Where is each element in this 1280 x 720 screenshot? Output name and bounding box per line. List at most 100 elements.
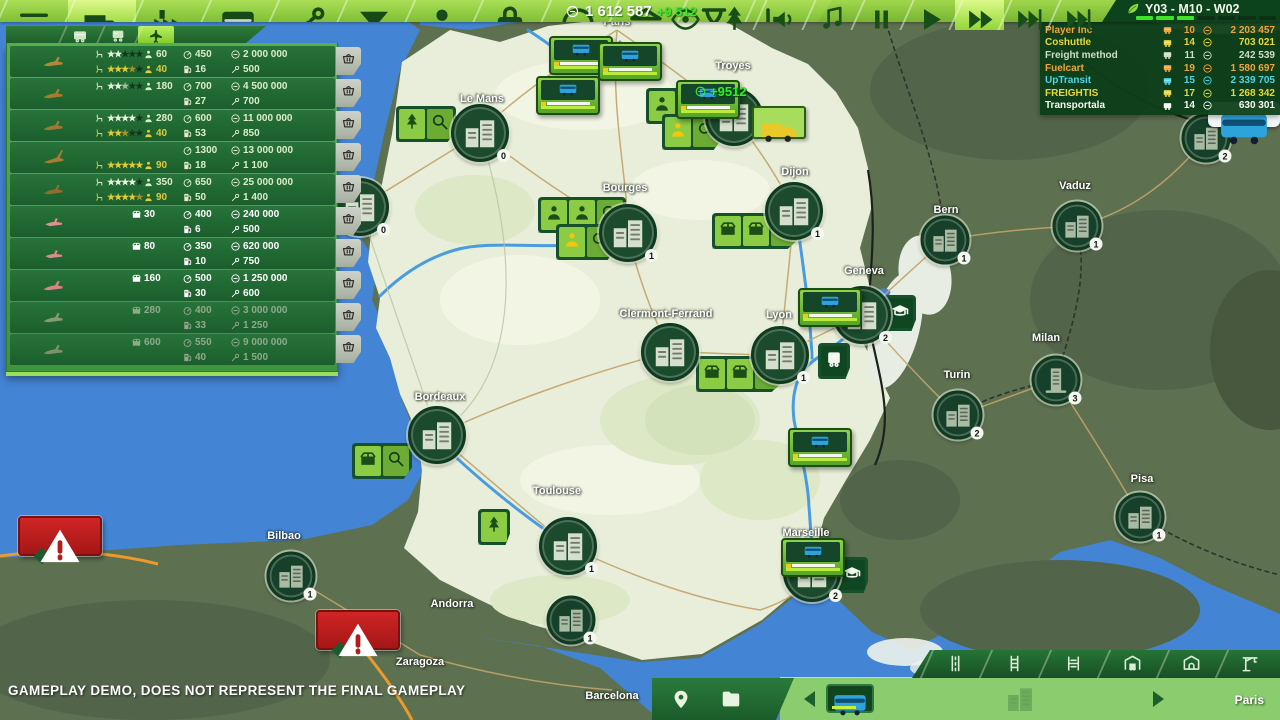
demand-chip[interactable] <box>699 359 725 389</box>
shop-row[interactable]: 30 400 240 000 6 500 <box>10 206 335 237</box>
city-label: Toulouse <box>533 485 581 497</box>
vehicle-status-chip <box>786 564 791 568</box>
selected-vehicle-thumbnail[interactable] <box>826 684 874 713</box>
city-marker[interactable]: 1 <box>751 326 809 384</box>
time-control-icon <box>964 4 995 35</box>
demand-chip[interactable] <box>821 346 847 376</box>
coin-icon <box>1202 37 1213 48</box>
passenger-icon <box>143 49 154 60</box>
coin-icon <box>1202 88 1213 99</box>
demand-chip[interactable] <box>355 446 381 476</box>
vehicle-load-bar <box>687 106 730 109</box>
time-control-button[interactable] <box>710 0 759 30</box>
leaderboard-row[interactable]: Coshuttle 14 703 021 <box>1045 37 1275 50</box>
demand-chip[interactable] <box>399 109 425 139</box>
demand-chip[interactable] <box>665 117 691 147</box>
shop-row[interactable]: ★★★★★ 350 650 25 000 000 ★★★★★ 90 50 1 4… <box>10 174 335 205</box>
fuel-icon <box>182 288 193 299</box>
demand-chip-icon <box>824 349 844 369</box>
demand-chip[interactable] <box>427 109 453 139</box>
roadwork-warning-marker[interactable] <box>18 516 102 556</box>
cargo-icon <box>131 337 142 348</box>
time-control-button[interactable] <box>1053 0 1102 30</box>
city-marker[interactable]: 2 <box>934 391 983 440</box>
city-marker[interactable]: 1 <box>1116 493 1165 542</box>
leaderboard-row[interactable]: Freight method 11 242 539 <box>1045 49 1275 62</box>
bus-vehicle-marker[interactable] <box>781 538 845 577</box>
demand-chip-icon <box>572 203 592 223</box>
build-tool-button[interactable] <box>1162 650 1221 678</box>
passenger-capacity: 60 <box>143 47 167 62</box>
demand-chip[interactable] <box>727 359 753 389</box>
time-control-button[interactable] <box>906 0 955 30</box>
leaderboard-row[interactable]: Transportala 14 630 301 <box>1045 100 1275 113</box>
maintenance-stat: 850 <box>230 126 260 141</box>
leaderboard-row[interactable]: Fuelcart 19 1 580 697 <box>1045 62 1275 75</box>
shop-tab[interactable] <box>62 26 98 43</box>
demand-chip[interactable] <box>559 227 585 257</box>
demand-chip[interactable] <box>715 216 741 246</box>
shop-row[interactable]: 600 550 9 000 000 40 1 500 <box>10 334 335 365</box>
build-tool-button[interactable] <box>926 650 985 678</box>
build-tool-button[interactable] <box>1103 650 1162 678</box>
shop-row[interactable]: 1300 13 000 000 ★★★★★ 90 18 1 100 <box>10 142 335 173</box>
build-tool-button[interactable] <box>985 650 1044 678</box>
shop-tab[interactable] <box>100 26 136 43</box>
city-marker[interactable] <box>641 323 699 381</box>
city-marker[interactable]: 1 <box>547 596 596 645</box>
shop-tab[interactable] <box>138 26 174 43</box>
build-tool-button[interactable] <box>1221 650 1280 678</box>
demand-chip-icon <box>430 112 450 132</box>
city-marker[interactable]: 1 <box>765 182 823 240</box>
city-marker[interactable]: 1 <box>267 552 316 601</box>
bus-vehicle-marker[interactable] <box>536 76 600 115</box>
leaderboard-row[interactable]: FREIGHTIS 17 1 268 342 <box>1045 87 1275 100</box>
city-marker[interactable]: 1 <box>539 517 597 575</box>
plane-icon <box>22 178 84 201</box>
city-marker[interactable] <box>408 406 466 464</box>
time-control-button[interactable] <box>857 0 906 30</box>
city-marker[interactable]: 3 <box>1032 356 1081 405</box>
bus-vehicle-marker[interactable] <box>798 288 862 327</box>
time-control-button[interactable] <box>808 0 857 30</box>
shop-row[interactable]: 160 500 1 250 000 30 600 <box>10 270 335 301</box>
marker-count-badge: 2 <box>971 427 984 440</box>
city-marker[interactable]: 1 <box>599 204 657 262</box>
bus-vehicle-marker[interactable] <box>788 428 852 467</box>
city-marker[interactable]: 1 <box>921 216 970 265</box>
nav-button[interactable] <box>720 688 742 710</box>
shop-list: ★★★★★ 60 450 2 000 000 ★★★★★ 40 16 500 ★… <box>6 43 338 372</box>
leaderboard-row[interactable]: UpTransit 15 2 339 705 <box>1045 74 1275 87</box>
demand-chip[interactable] <box>743 216 769 246</box>
shop-row[interactable]: 280 400 3 000 000 33 1 250 <box>10 302 335 333</box>
gauge-icon <box>182 305 193 316</box>
truck-vehicle-marker[interactable] <box>752 106 806 139</box>
company-money: 703 021 <box>1213 37 1275 48</box>
shop-row[interactable]: ★★★★★ 180 700 4 500 000 27 700 <box>10 78 335 109</box>
bus-icon <box>1160 38 1175 48</box>
time-control-button[interactable] <box>955 0 1004 30</box>
nav-button-icon <box>720 688 742 710</box>
shop-row[interactable]: 80 350 620 000 10 750 <box>10 238 335 269</box>
demand-chip[interactable] <box>383 446 409 476</box>
nav-button[interactable] <box>670 688 692 710</box>
city-marker[interactable]: 0 <box>451 104 509 162</box>
seat-class-icon <box>94 81 105 92</box>
next-vehicle-arrow[interactable] <box>1146 687 1170 711</box>
vehicle-load-bar <box>809 314 852 317</box>
city-marker[interactable]: 1 <box>1053 202 1102 251</box>
seat-class-icon <box>94 192 105 203</box>
shop-row[interactable]: ★★★★★ 60 450 2 000 000 ★★★★★ 40 16 500 <box>10 46 335 77</box>
prev-vehicle-arrow[interactable] <box>798 687 822 711</box>
demand-chip[interactable] <box>481 512 507 542</box>
demand-panel <box>818 343 850 379</box>
price-stat: 240 000 <box>230 207 279 222</box>
company-name: FREIGHTIS <box>1045 88 1160 99</box>
roadwork-warning-marker[interactable] <box>316 610 400 650</box>
time-control-button[interactable] <box>1004 0 1053 30</box>
passenger-capacity: 180 <box>143 79 173 94</box>
shop-row[interactable]: ★★★★★ 280 600 11 000 000 ★★★★★ 40 53 850 <box>10 110 335 141</box>
time-control-button[interactable] <box>759 0 808 30</box>
build-tool-button[interactable] <box>1044 650 1103 678</box>
bus-vehicle-marker[interactable] <box>598 42 662 81</box>
